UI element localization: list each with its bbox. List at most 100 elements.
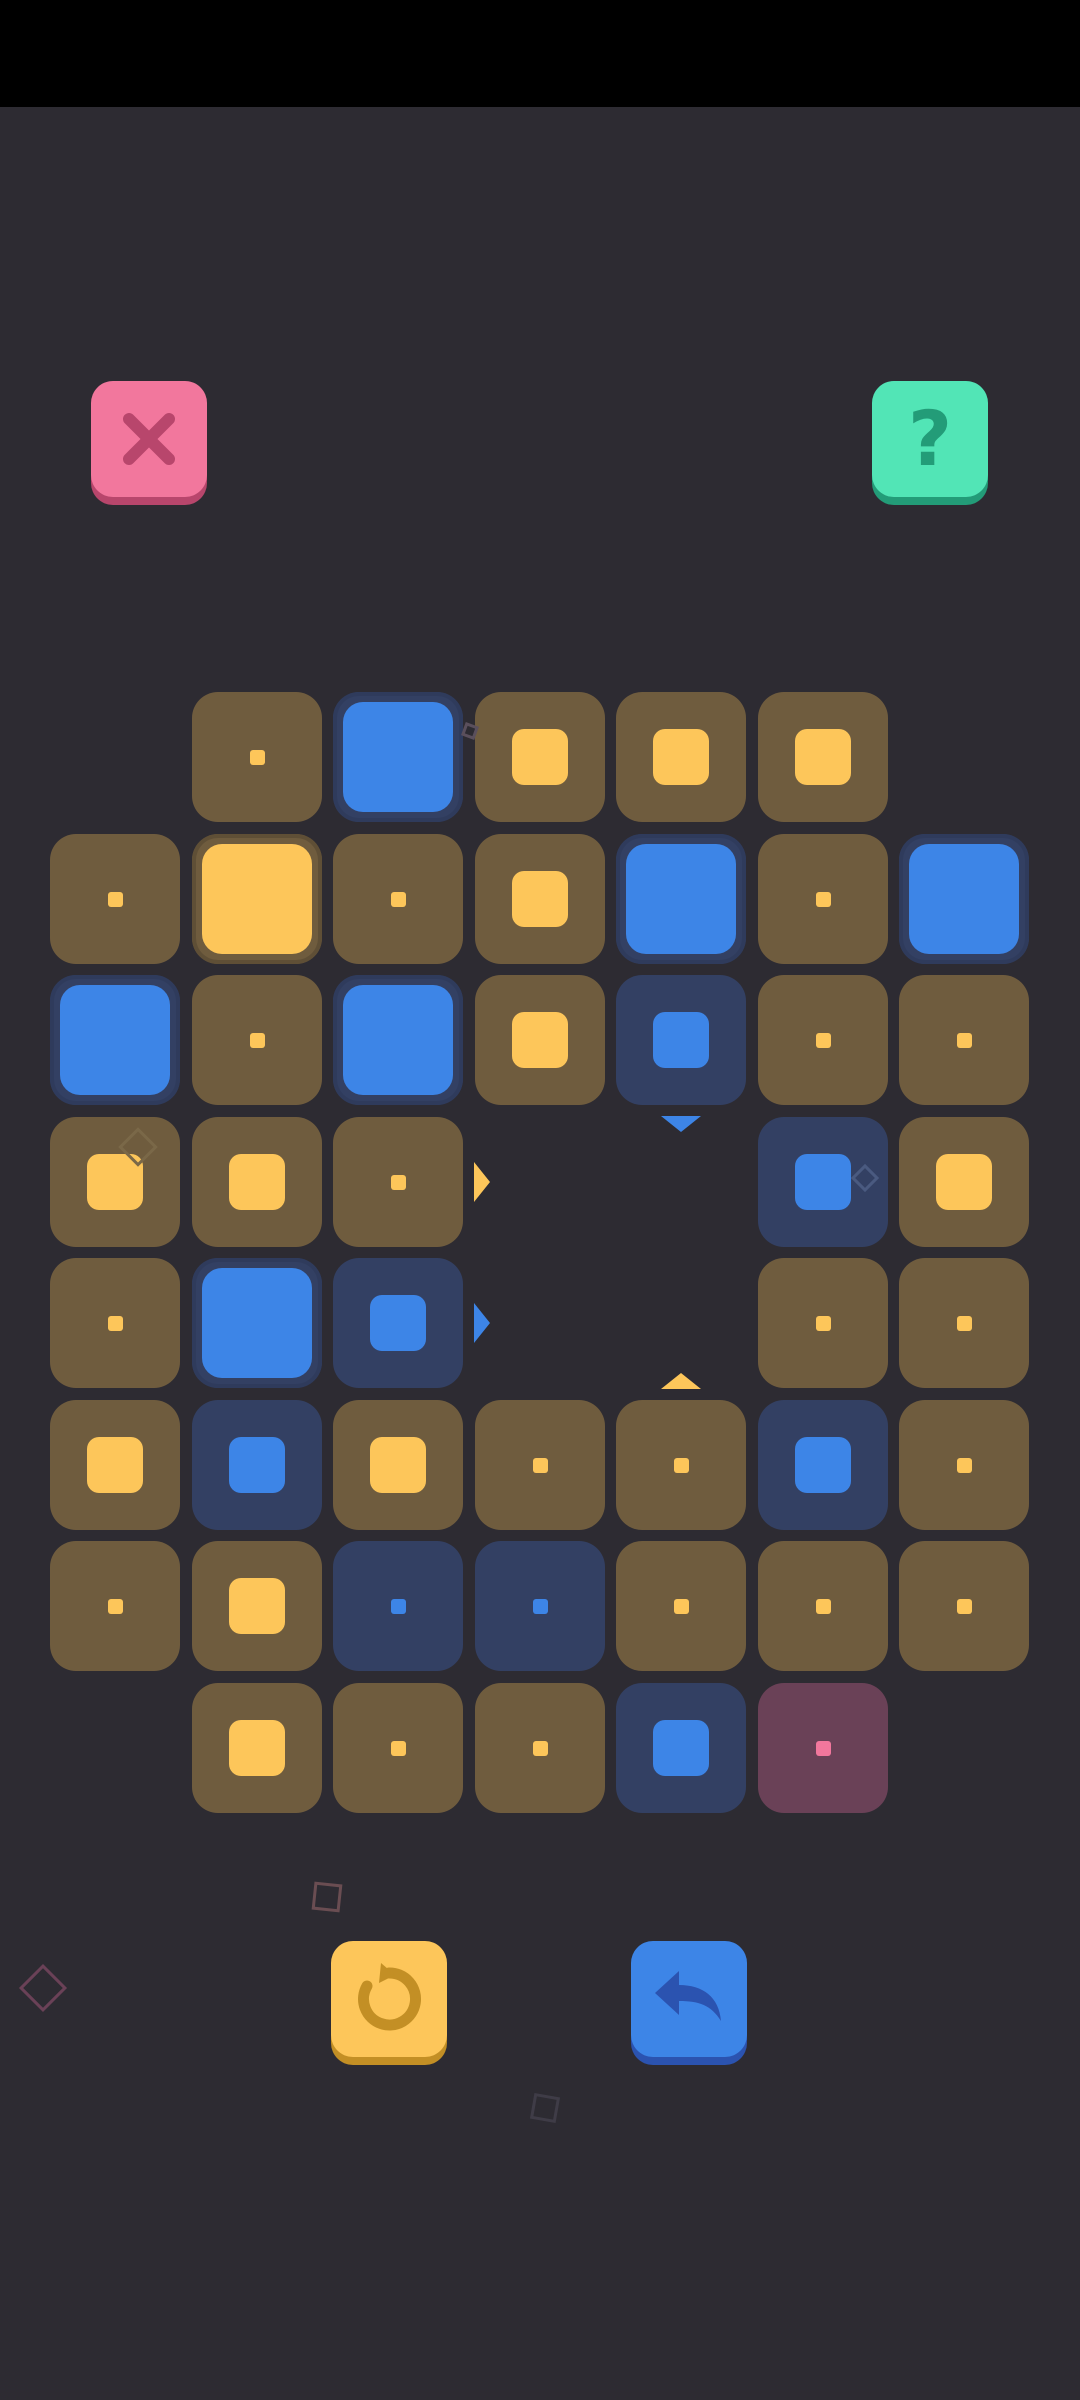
board-tile-r5-c4[interactable] (616, 1400, 746, 1530)
blue-large-marker (202, 1268, 312, 1378)
board-tile-r2-c0[interactable] (50, 975, 180, 1105)
blue-medium-marker (795, 1154, 851, 1210)
board-tile-r7-c4[interactable] (616, 1683, 746, 1813)
board-tile-r2-c2[interactable] (333, 975, 463, 1105)
board-tile-r5-c0[interactable] (50, 1400, 180, 1530)
board-tile-r0-c3[interactable] (475, 692, 605, 822)
board-tile-r7-c3[interactable] (475, 1683, 605, 1813)
board-tile-r4-c1[interactable] (192, 1258, 322, 1388)
blue-medium-marker (229, 1437, 285, 1493)
yellow-large-marker (202, 844, 312, 954)
board-tile-r5-c1[interactable] (192, 1400, 322, 1530)
board-tile-r2-c4[interactable] (616, 975, 746, 1105)
board-tile-r3-c1[interactable] (192, 1117, 322, 1247)
board-tile-r6-c1[interactable] (192, 1541, 322, 1671)
yellow-dot-marker (390, 1740, 406, 1756)
blue-large-marker (343, 702, 453, 812)
yellow-dot-marker (673, 1457, 689, 1473)
board-tile-r6-c5[interactable] (758, 1541, 888, 1671)
board-tile-r1-c4[interactable] (616, 834, 746, 964)
yellow-dot-marker (107, 1315, 123, 1331)
yellow-medium-marker (512, 1012, 568, 1068)
board-tile-r1-c6[interactable] (899, 834, 1029, 964)
restart-button[interactable] (331, 1941, 447, 2057)
yellow-dot-marker (815, 1032, 831, 1048)
yellow-dot-marker (956, 1598, 972, 1614)
board-tile-r4-c6[interactable] (899, 1258, 1029, 1388)
board-tile-r2-c5[interactable] (758, 975, 888, 1105)
yellow-dot-marker (815, 1315, 831, 1331)
pink-dot-marker (815, 1740, 831, 1756)
board-tile-r2-c6[interactable] (899, 975, 1029, 1105)
board-tile-r0-c4[interactable] (616, 692, 746, 822)
board-tile-r2-c3[interactable] (475, 975, 605, 1105)
yellow-dot-marker (673, 1598, 689, 1614)
board-tile-r6-c2[interactable] (333, 1541, 463, 1671)
blue-medium-marker (370, 1295, 426, 1351)
game-board (0, 0, 1080, 2400)
restart-icon (349, 1959, 429, 2039)
board-tile-r4-c2[interactable] (333, 1258, 463, 1388)
blue-large-marker (60, 985, 170, 1095)
undo-button[interactable] (631, 1941, 747, 2057)
yellow-medium-marker (229, 1154, 285, 1210)
yellow-dot-marker (815, 1598, 831, 1614)
blue-large-marker (343, 985, 453, 1095)
board-tile-r5-c3[interactable] (475, 1400, 605, 1530)
yellow-medium-marker (936, 1154, 992, 1210)
yellow-medium-marker (229, 1578, 285, 1634)
yellow-medium-marker (370, 1437, 426, 1493)
board-tile-r5-c6[interactable] (899, 1400, 1029, 1530)
blue-dot-marker (532, 1598, 548, 1614)
board-tile-r0-c1[interactable] (192, 692, 322, 822)
board-tile-r1-c2[interactable] (333, 834, 463, 964)
board-tile-r2-c1[interactable] (192, 975, 322, 1105)
board-tile-r5-c2[interactable] (333, 1400, 463, 1530)
blue-medium-marker (795, 1437, 851, 1493)
board-tile-r3-c2[interactable] (333, 1117, 463, 1247)
blue-medium-marker (653, 1012, 709, 1068)
yellow-dot-marker (532, 1740, 548, 1756)
board-tile-r7-c2[interactable] (333, 1683, 463, 1813)
board-tile-r6-c0[interactable] (50, 1541, 180, 1671)
board-tile-r7-c1[interactable] (192, 1683, 322, 1813)
board-tile-r6-c6[interactable] (899, 1541, 1029, 1671)
yellow-medium-marker (87, 1437, 143, 1493)
blue-large-marker (626, 844, 736, 954)
yellow-dot-marker (956, 1032, 972, 1048)
board-tile-r1-c0[interactable] (50, 834, 180, 964)
floating-square-deco (529, 2092, 561, 2124)
blue-medium-marker (653, 1720, 709, 1776)
blue-dot-marker (390, 1598, 406, 1614)
yellow-dot-marker (107, 891, 123, 907)
yellow-medium-marker (512, 871, 568, 927)
board-tile-r0-c5[interactable] (758, 692, 888, 822)
board-tile-r1-c3[interactable] (475, 834, 605, 964)
board-tile-r6-c3[interactable] (475, 1541, 605, 1671)
yellow-medium-marker (229, 1720, 285, 1776)
board-tile-r0-c2[interactable] (333, 692, 463, 822)
arrow-down-blue-icon (661, 1116, 701, 1132)
yellow-medium-marker (653, 729, 709, 785)
board-tile-r4-c0[interactable] (50, 1258, 180, 1388)
arrow-up-yellow-icon (661, 1373, 701, 1389)
yellow-dot-marker (390, 891, 406, 907)
board-tile-r1-c1[interactable] (192, 834, 322, 964)
yellow-dot-marker (956, 1315, 972, 1331)
board-tile-r4-c5[interactable] (758, 1258, 888, 1388)
board-tile-r5-c5[interactable] (758, 1400, 888, 1530)
board-tile-r3-c6[interactable] (899, 1117, 1029, 1247)
board-tile-r7-c5[interactable] (758, 1683, 888, 1813)
board-tile-r1-c5[interactable] (758, 834, 888, 964)
arrow-right-yellow-icon (474, 1162, 490, 1202)
yellow-dot-marker (956, 1457, 972, 1473)
yellow-medium-marker (795, 729, 851, 785)
yellow-dot-marker (532, 1457, 548, 1473)
yellow-dot-marker (815, 891, 831, 907)
yellow-dot-marker (390, 1174, 406, 1190)
yellow-medium-marker (512, 729, 568, 785)
board-tile-r6-c4[interactable] (616, 1541, 746, 1671)
board-tile-r3-c0[interactable] (50, 1117, 180, 1247)
arrow-right-blue-icon (474, 1303, 490, 1343)
blue-large-marker (909, 844, 1019, 954)
